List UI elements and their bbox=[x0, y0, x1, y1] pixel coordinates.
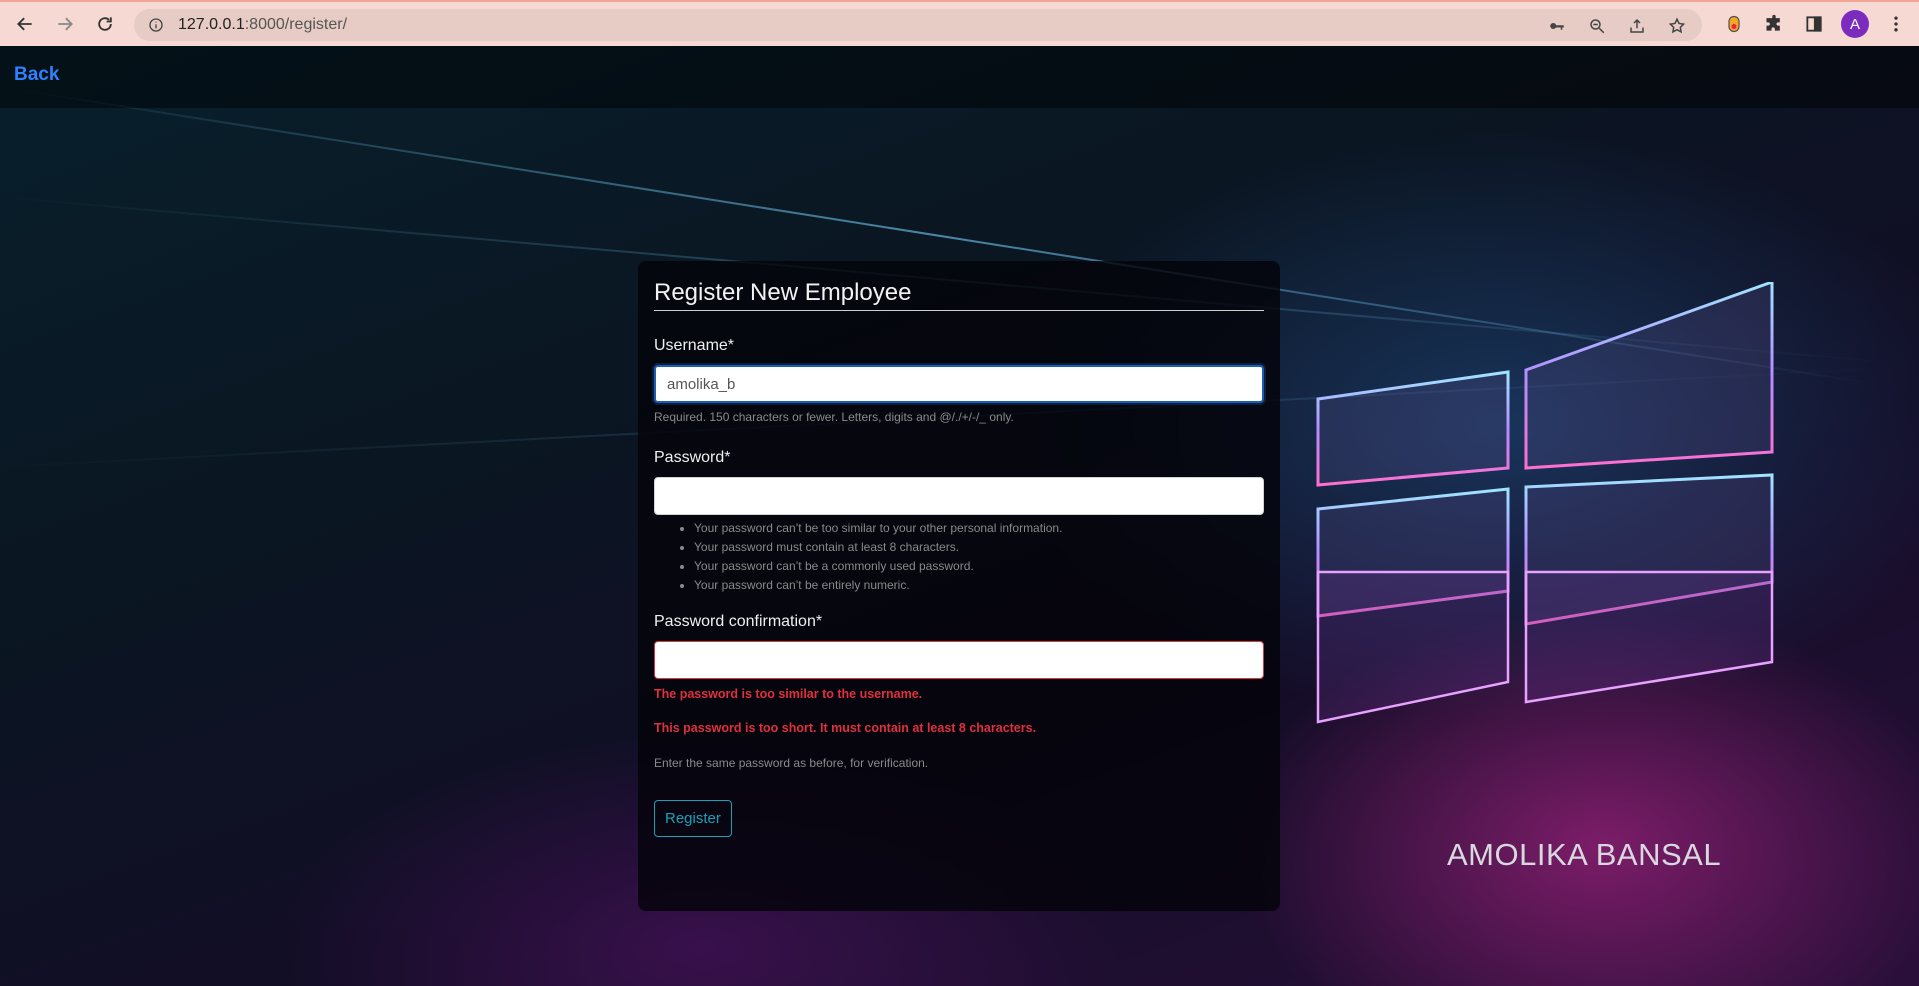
top-navbar: Back bbox=[0, 46, 1919, 108]
back-arrow-icon[interactable] bbox=[10, 9, 40, 39]
password-help-item: Your password can’t be entirely numeric. bbox=[694, 578, 1264, 592]
username-label: Username* bbox=[654, 337, 735, 354]
page-background: Back AMOLIKA BANSAL Register New Employe… bbox=[0, 46, 1919, 986]
key-icon[interactable] bbox=[1546, 15, 1568, 37]
password-confirmation-help: Enter the same password as before, for v… bbox=[654, 756, 929, 770]
browser-toolbar: 127.0.0.1:8000/register/ A bbox=[0, 0, 1919, 46]
share-icon[interactable] bbox=[1626, 15, 1648, 37]
reload-icon[interactable] bbox=[90, 9, 120, 39]
password-help-item: Your password can’t be too similar to yo… bbox=[694, 521, 1264, 535]
password-error-too-short: This password is too short. It must cont… bbox=[654, 721, 1037, 735]
address-bar[interactable]: 127.0.0.1:8000/register/ bbox=[134, 9, 1702, 41]
forward-arrow-icon[interactable] bbox=[50, 9, 80, 39]
password-help-item: Your password can’t be a commonly used p… bbox=[694, 559, 1264, 573]
password-confirmation-input[interactable] bbox=[654, 641, 1264, 679]
password-help-list: Your password can’t be too similar to yo… bbox=[694, 521, 1264, 592]
password-label: Password* bbox=[654, 449, 731, 466]
url-text[interactable]: 127.0.0.1:8000/register/ bbox=[178, 16, 347, 34]
register-button[interactable]: Register bbox=[654, 800, 732, 837]
extensions-puzzle-icon[interactable] bbox=[1761, 11, 1787, 37]
password-error-similar: The password is too similar to the usern… bbox=[654, 687, 923, 701]
site-info-icon[interactable] bbox=[148, 17, 164, 33]
register-form-card: Register New Employee Username* Required… bbox=[638, 261, 1280, 911]
more-menu-icon[interactable] bbox=[1883, 11, 1909, 37]
side-panel-icon[interactable] bbox=[1801, 11, 1827, 37]
extension-icon[interactable] bbox=[1721, 11, 1747, 37]
profile-avatar[interactable]: A bbox=[1841, 10, 1869, 38]
bookmark-star-icon[interactable] bbox=[1666, 15, 1688, 37]
username-input[interactable] bbox=[654, 365, 1264, 403]
password-input[interactable] bbox=[654, 477, 1264, 515]
back-link[interactable]: Back bbox=[14, 64, 59, 86]
password-confirmation-label: Password confirmation* bbox=[654, 613, 823, 630]
watermark-text: AMOLIKA BANSAL bbox=[1447, 837, 1722, 872]
windows-logo-graphic bbox=[1316, 282, 1774, 724]
zoom-icon[interactable] bbox=[1586, 15, 1608, 37]
form-title: Register New Employee bbox=[654, 279, 1264, 311]
password-help-item: Your password must contain at least 8 ch… bbox=[694, 540, 1264, 554]
username-help-text: Required. 150 characters or fewer. Lette… bbox=[654, 410, 1014, 424]
